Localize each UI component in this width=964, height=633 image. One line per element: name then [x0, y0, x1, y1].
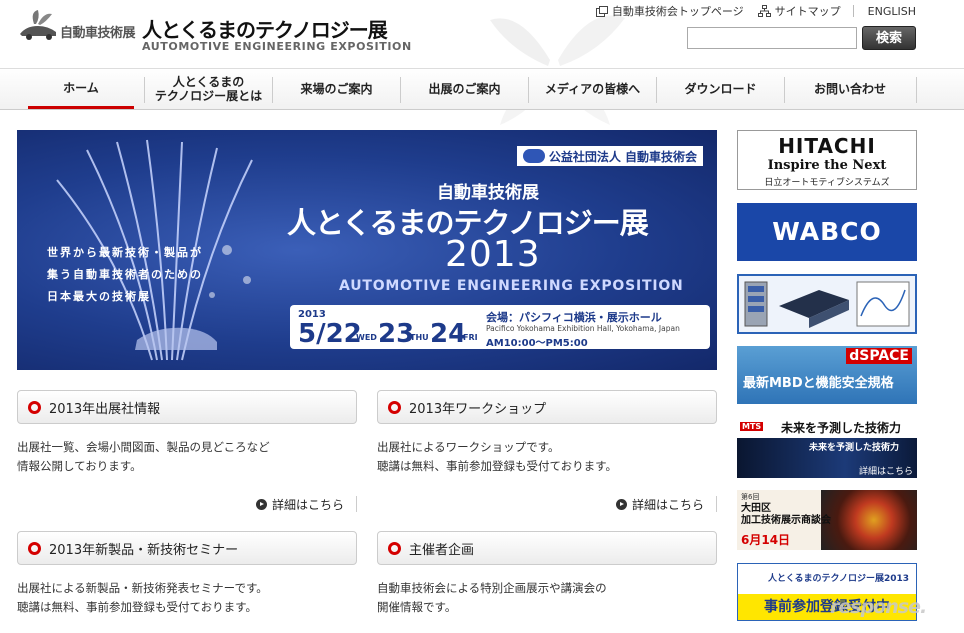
more-link-label: 詳細はこちら [272, 497, 345, 512]
mts-more-link: 詳細はこちら [859, 467, 914, 477]
organizer-badge: 公益社団法人 自動車技術会 [516, 146, 703, 166]
nav-visitors[interactable]: 来場のご案内 [273, 69, 400, 109]
hitachi-banner[interactable]: HITACHI Inspire the Next 日立オートモティブシステムズ [737, 130, 917, 190]
event-venue-english: Pacifico Yokohama Exhibition Hall, Yokoh… [486, 324, 680, 333]
organizer-name: 公益社団法人 自動車技術会 [548, 149, 697, 164]
sitemap-icon [757, 5, 771, 17]
event-dow-2: THU [410, 333, 429, 342]
utility-links: 自動車技術会トップページ サイトマップ ENGLISH [582, 3, 916, 19]
organizer-events-header[interactable]: 主催者企画 [377, 531, 717, 565]
hero-english-title: AUTOMOTIVE ENGINEERING EXPOSITION [339, 278, 684, 294]
window-icon [595, 5, 608, 17]
hitachi-division: 日立オートモティブシステムズ [764, 178, 890, 188]
arrow-right-icon [616, 498, 627, 510]
seminar-header[interactable]: 2013年新製品・新技術セミナー [17, 531, 357, 565]
top-page-link-label: 自動車技術会トップページ [611, 5, 744, 18]
event-date-1: 5/22 [298, 319, 362, 349]
nav-home[interactable]: ホーム [28, 69, 134, 109]
event-date-3: 24 [430, 319, 467, 349]
logo-small-text: 自動車技術展 [60, 26, 136, 41]
ota-fair-artwork [821, 490, 917, 550]
mts-band-text: 未来を予測した技術力 [809, 443, 900, 453]
english-link[interactable]: ENGLISH [868, 5, 916, 18]
circle-bullet-icon [388, 541, 401, 555]
event-hours: AM10:00〜PM5:00 [486, 338, 588, 349]
organizer-events-title: 主催者企画 [409, 542, 475, 558]
nav-contact[interactable]: お問い合わせ [785, 69, 915, 109]
event-date-2: 23 [378, 319, 415, 349]
site-logo[interactable]: 自動車技術展 人とくるまのテクノロジー展 AUTOMOTIVE ENGINEER… [18, 8, 411, 56]
hero-tagline: 世界から最新技術・製品が 集う自動車技術者のための 日本最大の技術展 [47, 246, 203, 303]
test-equipment-image-icon [744, 281, 910, 328]
hitachi-slogan: Inspire the Next [767, 158, 887, 173]
seminar-title: 2013年新製品・新技術セミナー [49, 542, 239, 558]
dspace-logo: dSPACE [846, 348, 912, 364]
exhibitor-info-header[interactable]: 2013年出展社情報 [17, 390, 357, 424]
workshop-more-link[interactable]: 詳細はこちら [616, 496, 704, 512]
butterfly-watermark-icon [490, 15, 625, 125]
circle-bullet-icon [28, 541, 41, 555]
arrow-right-icon [256, 498, 267, 510]
exhibitor-info-more-link[interactable]: 詳細はこちら [256, 496, 344, 512]
sitemap-link[interactable]: サイトマップ [757, 3, 841, 19]
workshop-header[interactable]: 2013年ワークショップ [377, 390, 717, 424]
ota-fair-title: 大田区 加工技術展示商談会 [741, 503, 831, 526]
car-logo-icon [20, 10, 56, 40]
hero-banner[interactable]: 公益社団法人 自動車技術会 自動車技術展 人とくるまのテクノロジー展 2013 … [17, 130, 717, 370]
organizer-events-text: 自動車技術会による特別企画展示や講演会の 開催情報です。 [377, 581, 607, 614]
workshop-title: 2013年ワークショップ [409, 401, 547, 417]
top-page-link[interactable]: 自動車技術会トップページ [595, 3, 744, 19]
global-nav: ホーム 人とくるまの テクノロジー展とは 来場のご案内 出展のご案内 メディアの… [0, 68, 964, 110]
mts-banner[interactable]: MTS 未来を予測した技術力 未来を予測した技術力 詳細はこちら [737, 418, 917, 478]
hitachi-name: HITACHI [778, 134, 876, 158]
exhibitor-info-title: 2013年出展社情報 [49, 401, 161, 417]
nav-media[interactable]: メディアの皆様へ [529, 69, 656, 109]
link-divider [852, 5, 854, 17]
workshop-text: 出展社によるワークショップです。 聴講は無料、事前参加登録も受付ております。 [377, 440, 618, 473]
site-header: 自動車技術展 人とくるまのテクノロジー展 AUTOMOTIVE ENGINEER… [0, 0, 964, 125]
nav-download[interactable]: ダウンロード [657, 69, 784, 109]
more-divider [356, 496, 357, 512]
search-input[interactable] [687, 27, 857, 49]
event-dow-3: FRI [463, 333, 478, 342]
circle-bullet-icon [388, 400, 401, 414]
ota-fair-banner[interactable]: 第6回 大田区 加工技術展示商談会 6月14日 [737, 490, 917, 550]
hero-year: 2013 [445, 234, 541, 275]
sitemap-link-label: サイトマップ [774, 5, 841, 18]
dspace-banner[interactable]: dSPACE 最新MBDと機能安全規格 [737, 346, 917, 404]
logo-main-text: 人とくるまのテクノロジー展 [142, 18, 388, 42]
mts-headline: 未来を予測した技術力 [781, 421, 902, 435]
ota-fair-date: 6月14日 [741, 533, 791, 547]
more-link-label: 詳細はこちら [632, 497, 705, 512]
nav-divider [916, 77, 917, 103]
wabco-banner[interactable]: WABCO [737, 203, 917, 261]
event-info-panel: 2013 5/22 WED 23 THU 24 FRI 会場：パシフィコ横浜・展… [290, 305, 710, 349]
more-divider [716, 496, 717, 512]
nav-about[interactable]: 人とくるまの テクノロジー展とは [145, 69, 272, 109]
search-button[interactable]: 検索 [862, 26, 916, 50]
mts-logo: MTS [740, 422, 764, 431]
dspace-text: 最新MBDと機能安全規格 [743, 376, 894, 391]
exhibitor-info-text: 出展社一覧、会場小間図面、製品の見どころなど 情報公開しております。 [17, 440, 270, 473]
jsae-logo-icon [522, 149, 545, 163]
event-venue: 会場：パシフィコ横浜・展示ホール [486, 311, 662, 324]
nav-exhibitors[interactable]: 出展のご案内 [401, 69, 528, 109]
circle-bullet-icon [28, 400, 41, 414]
ota-fair-edition: 第6回 [741, 493, 760, 501]
logo-english-text: AUTOMOTIVE ENGINEERING EXPOSITION [142, 40, 412, 53]
event-dow-1: WED [356, 333, 377, 342]
response-watermark: response. [830, 596, 927, 618]
registration-title: 人とくるまのテクノロジー展2013 [768, 574, 910, 584]
equipment-banner[interactable] [737, 274, 917, 334]
seminar-text: 出展社による新製品・新技術発表セミナーです。 聴講は無料、事前参加登録も受付てお… [17, 581, 268, 614]
